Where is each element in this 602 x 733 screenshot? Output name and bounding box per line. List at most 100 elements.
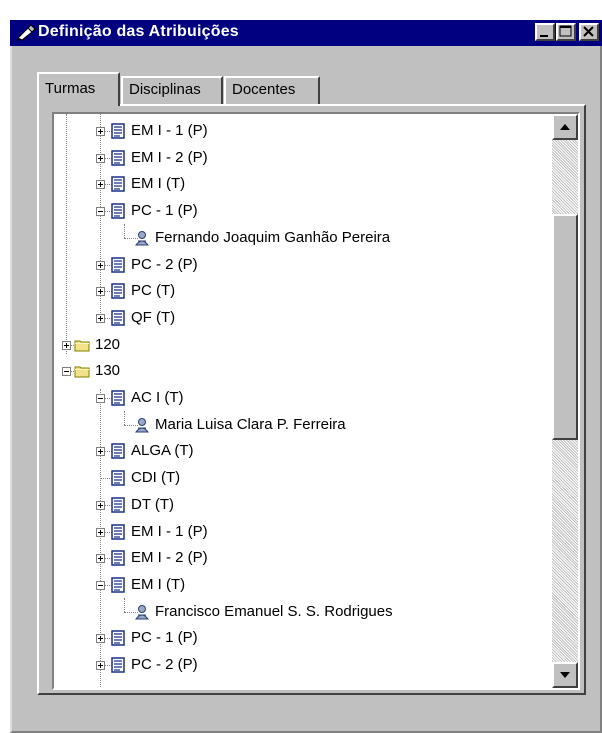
expand-button[interactable] <box>96 447 105 457</box>
tab-docentes-label: Docentes <box>232 81 296 98</box>
plus-icon <box>98 129 103 134</box>
document-list-icon <box>111 443 125 460</box>
expand-button[interactable] <box>96 153 105 163</box>
tree-connector-vertical <box>124 597 125 612</box>
expand-button[interactable] <box>96 180 105 190</box>
document-list-icon <box>111 523 125 540</box>
plus-icon <box>98 262 103 268</box>
tab-docentes[interactable]: Docentes <box>224 76 320 104</box>
minus-icon <box>98 584 103 586</box>
expand-button[interactable] <box>62 340 71 350</box>
tree-item-class[interactable]: EM I - 1 (P) <box>131 122 208 140</box>
tree-item-person[interactable]: Maria Luisa Clara P. Ferreira <box>155 416 346 434</box>
document-list-icon <box>111 550 125 566</box>
tree-item-person[interactable]: Fernando Joaquim Ganhão Pereira <box>155 229 390 247</box>
expand-button[interactable] <box>96 554 105 564</box>
vertical-scrollbar[interactable] <box>552 114 578 688</box>
plus-icon <box>64 342 69 348</box>
person-icon <box>134 417 150 433</box>
plus-icon <box>98 315 103 321</box>
minimize-icon <box>540 35 548 37</box>
document-list-icon <box>111 657 125 673</box>
expand-button[interactable] <box>96 260 105 270</box>
minimize-button[interactable] <box>535 23 555 41</box>
document-list-icon <box>111 176 125 193</box>
tree-item-class[interactable]: QF (T) <box>131 309 175 327</box>
title-bar[interactable]: Definição das Atribuições <box>10 20 602 46</box>
plus-icon <box>98 155 103 161</box>
scroll-up-arrow-icon <box>560 124 570 130</box>
minus-icon <box>98 211 103 213</box>
tree-item-class[interactable]: PC - 2 (P) <box>131 256 198 274</box>
tree-item-class[interactable]: EM I - 1 (P) <box>131 523 208 541</box>
collapse-button[interactable] <box>96 580 105 590</box>
tree-item-class[interactable]: EM I - 2 (P) <box>131 149 208 167</box>
tab-disciplinas-label: Disciplinas <box>129 81 201 98</box>
tree-item-class[interactable]: ALGA (T) <box>131 442 194 460</box>
window-title: Definição das Atribuições <box>38 23 239 40</box>
scroll-thumb[interactable] <box>552 214 578 440</box>
tree-item-class[interactable]: CDI (T) <box>131 469 180 487</box>
plus-icon <box>98 502 103 508</box>
tree-item-class[interactable]: PC - 1 (P) <box>131 629 198 647</box>
document-list-icon <box>111 310 125 326</box>
collapse-button[interactable] <box>62 367 71 377</box>
scroll-up-button[interactable] <box>552 114 578 140</box>
tree-item-class[interactable]: EM I - 2 (P) <box>131 549 208 567</box>
close-icon <box>583 26 594 37</box>
tree-item-person[interactable]: Francisco Emanuel S. S. Rodrigues <box>155 603 393 621</box>
document-list-icon <box>111 256 125 273</box>
tree-item-class[interactable]: PC - 2 (P) <box>131 656 198 674</box>
tree-item-folder[interactable]: 130 <box>95 362 120 380</box>
tree-guide-level2-b <box>100 389 101 688</box>
tree-item-class[interactable]: PC (T) <box>131 282 175 300</box>
collapse-button[interactable] <box>96 207 105 217</box>
tree-item-class[interactable]: DT (T) <box>131 496 174 514</box>
tree-item-class[interactable]: PC - 1 (P) <box>131 202 198 220</box>
collapse-button[interactable] <box>96 394 105 403</box>
tree-connector-vertical <box>124 223 125 238</box>
document-list-icon <box>111 577 125 593</box>
notebook-pencil-icon <box>17 24 36 41</box>
expand-button[interactable] <box>96 500 105 510</box>
close-button[interactable] <box>579 23 599 41</box>
expand-button[interactable] <box>96 634 105 644</box>
document-list-icon <box>111 203 125 219</box>
expand-button[interactable] <box>96 661 105 670</box>
tree-content: EM I - 1 (P) EM I - 2 (P) EM I (T) PC - 1 (… <box>54 114 550 688</box>
expand-button[interactable] <box>96 127 105 136</box>
tree-item-folder[interactable]: 120 <box>95 336 120 354</box>
document-list-icon <box>111 630 125 647</box>
tab-disciplinas[interactable]: Disciplinas <box>121 76 223 104</box>
tab-turmas-label: Turmas <box>45 80 96 97</box>
expand-button[interactable] <box>96 527 105 537</box>
scroll-down-button[interactable] <box>552 662 578 688</box>
maximize-button[interactable] <box>556 23 576 41</box>
tree-guide-root <box>66 114 67 354</box>
expand-button[interactable] <box>96 313 105 323</box>
person-icon <box>134 604 150 620</box>
assignments-tree[interactable]: EM I - 1 (P) EM I - 2 (P) EM I (T) PC - 1 (… <box>52 112 580 690</box>
plus-icon <box>98 556 103 562</box>
plus-icon <box>98 289 103 295</box>
maximize-icon <box>559 25 572 37</box>
document-list-icon <box>111 390 125 406</box>
scroll-down-arrow-icon <box>560 672 570 678</box>
expand-button[interactable] <box>96 287 105 297</box>
plus-icon <box>98 663 103 668</box>
tab-turmas[interactable]: Turmas <box>37 72 120 106</box>
person-icon <box>134 230 150 246</box>
document-list-icon <box>111 470 125 486</box>
plus-icon <box>98 182 103 188</box>
tree-item-class[interactable]: EM I (T) <box>131 175 185 193</box>
minus-icon <box>64 371 69 373</box>
atribuicoes-window: Definição das Atribuições Turmas Discipl… <box>0 0 602 733</box>
tree-item-class[interactable]: AC I (T) <box>131 389 184 407</box>
folder-icon <box>74 366 90 378</box>
tree-item-class[interactable]: EM I (T) <box>131 576 185 594</box>
document-list-icon <box>111 123 125 139</box>
plus-icon <box>98 449 103 455</box>
minus-icon <box>98 398 103 399</box>
document-list-icon <box>111 149 125 166</box>
document-list-icon <box>111 497 125 513</box>
